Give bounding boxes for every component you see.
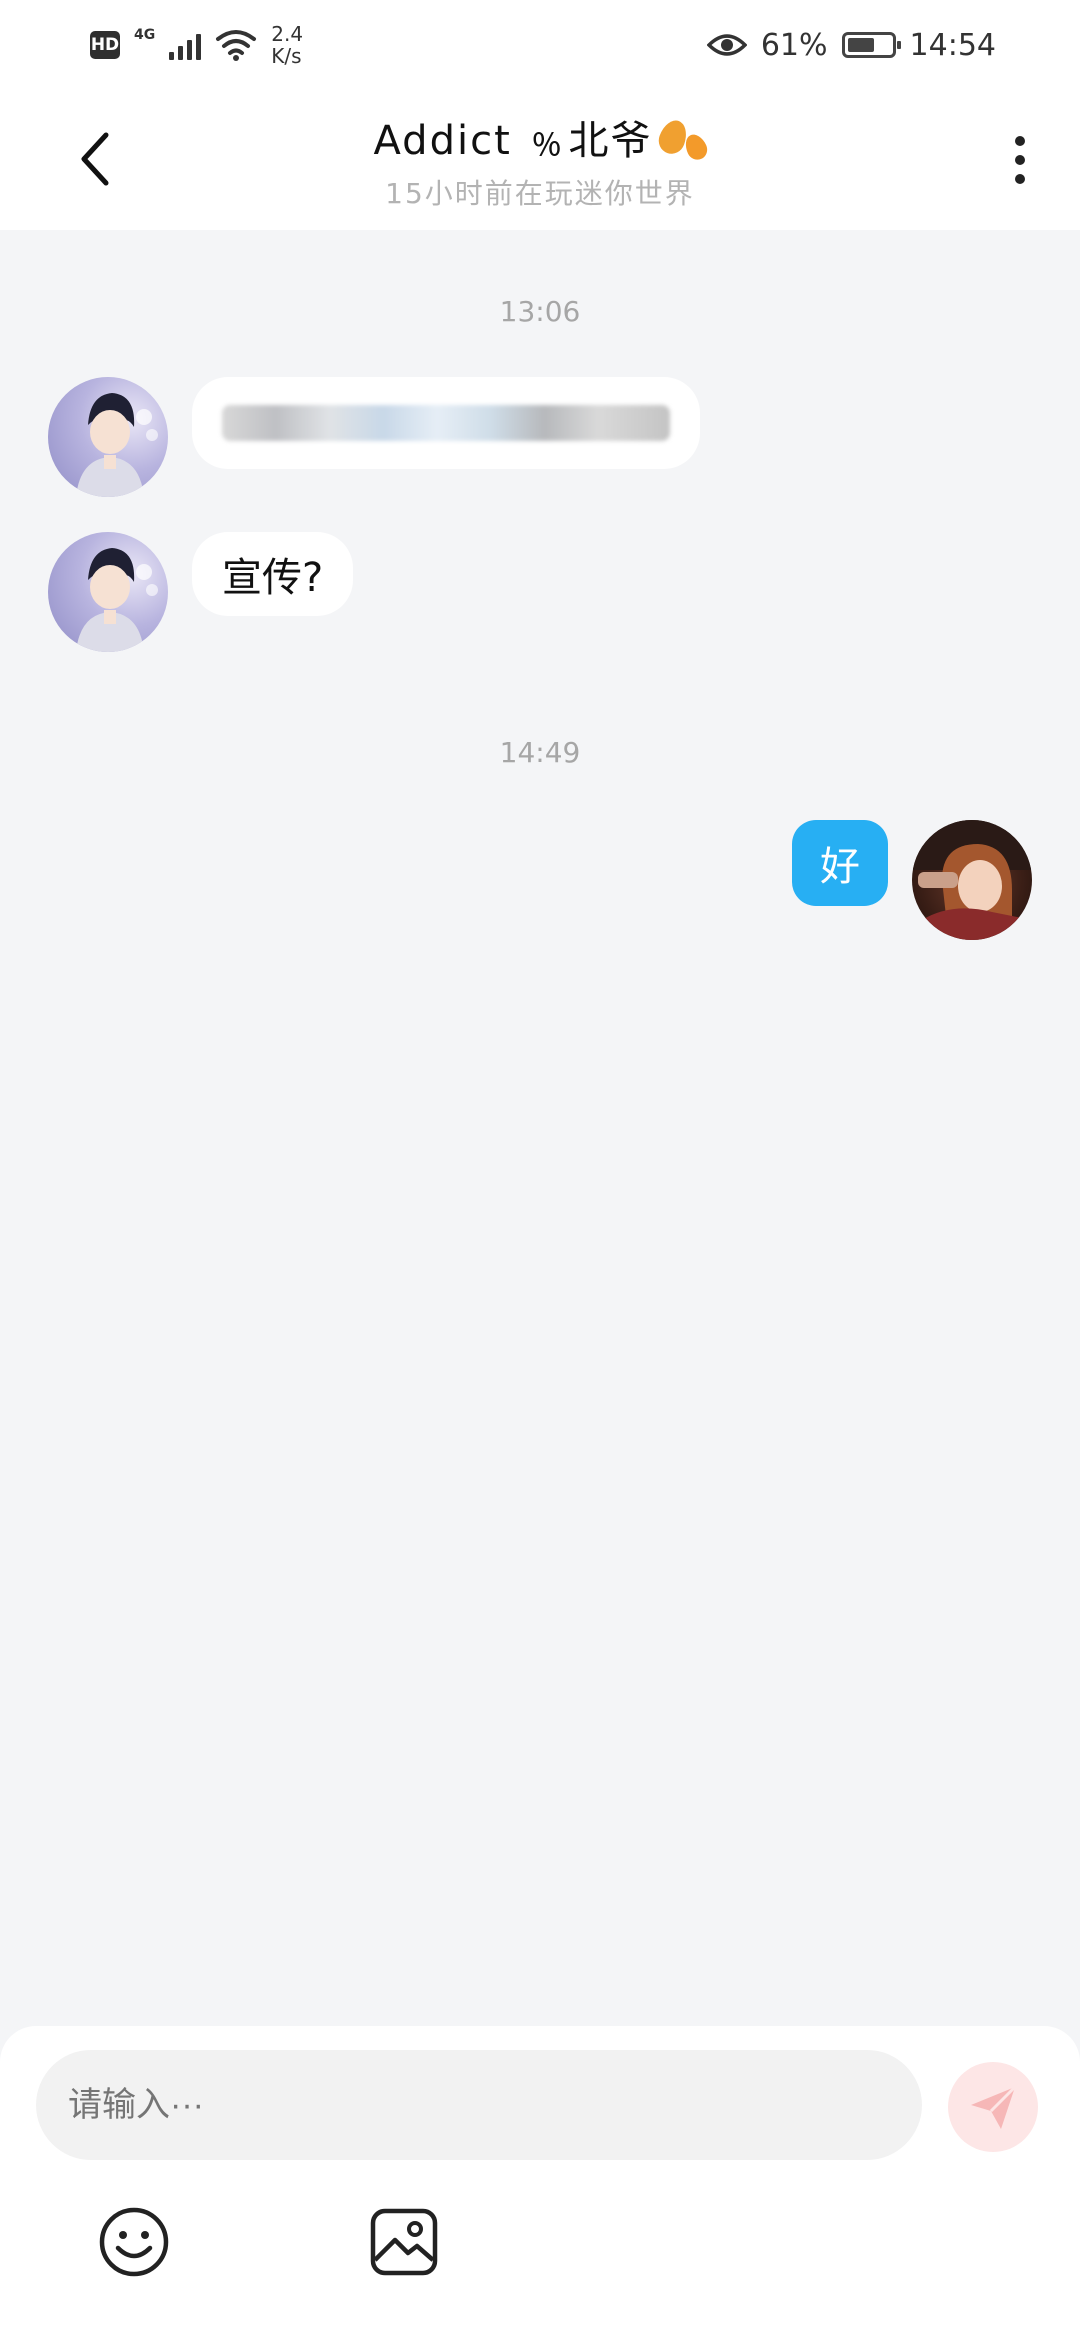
eye-icon xyxy=(706,34,747,56)
my-avatar[interactable] xyxy=(912,820,1032,940)
message-input[interactable] xyxy=(36,2050,922,2160)
send-button[interactable] xyxy=(948,2062,1038,2152)
emoji-button[interactable] xyxy=(98,2206,170,2278)
battery-icon xyxy=(841,32,901,58)
more-dot xyxy=(1015,155,1025,165)
message-text: 好 xyxy=(820,844,860,890)
more-options-button[interactable] xyxy=(1000,130,1040,190)
contact-avatar-art xyxy=(76,393,158,497)
message-bubble-redacted[interactable] xyxy=(192,377,700,469)
hd-badge: HD xyxy=(90,31,120,59)
chat-title: Addict ﹪北爷 xyxy=(373,108,712,166)
paper-plane-icon xyxy=(971,2085,1017,2129)
redacted-content xyxy=(222,405,670,441)
contact-avatar[interactable] xyxy=(48,377,168,497)
smiley-icon xyxy=(99,2207,169,2277)
chat-subtitle: 15小时前在玩迷你世界 xyxy=(385,177,695,210)
status-right: 61% 14:54 xyxy=(706,22,996,68)
speed-unit: K/s xyxy=(271,44,302,68)
clock: 14:54 xyxy=(909,27,996,63)
status-bar: HD 4G 2.4 K/s 61% 14:54 xyxy=(0,0,1080,90)
battery-fill xyxy=(847,38,874,52)
network-speed: 2.4 K/s xyxy=(271,23,303,67)
image-icon xyxy=(370,2208,438,2276)
message-timestamp: 14:49 xyxy=(499,736,581,769)
my-avatar-art xyxy=(912,820,1032,940)
leaf-icon-small xyxy=(681,130,712,164)
message-timestamp: 13:06 xyxy=(499,295,581,328)
contact-avatar-art xyxy=(76,548,158,652)
composer-panel xyxy=(0,2026,1080,2340)
signal-icon xyxy=(169,30,202,60)
wifi-icon xyxy=(216,30,257,61)
more-dot xyxy=(1015,174,1025,184)
title-block: Addict ﹪北爷 15小时前在玩迷你世界 xyxy=(0,108,1080,212)
chat-header: Addict ﹪北爷 15小时前在玩迷你世界 xyxy=(0,90,1080,230)
contact-avatar[interactable] xyxy=(48,532,168,652)
image-button[interactable] xyxy=(368,2206,440,2278)
message-text: 宣传? xyxy=(222,555,324,601)
speed-value: 2.4 xyxy=(271,22,304,46)
message-bubble[interactable]: 宣传? xyxy=(192,532,354,616)
more-dot xyxy=(1015,136,1025,146)
battery-percent: 61% xyxy=(760,27,828,63)
network-type: 4G xyxy=(134,27,156,43)
my-message-bubble[interactable]: 好 xyxy=(792,820,888,906)
status-left: HD 4G 2.4 K/s xyxy=(90,18,303,72)
chat-title-text: Addict ﹪北爷 xyxy=(373,118,653,164)
